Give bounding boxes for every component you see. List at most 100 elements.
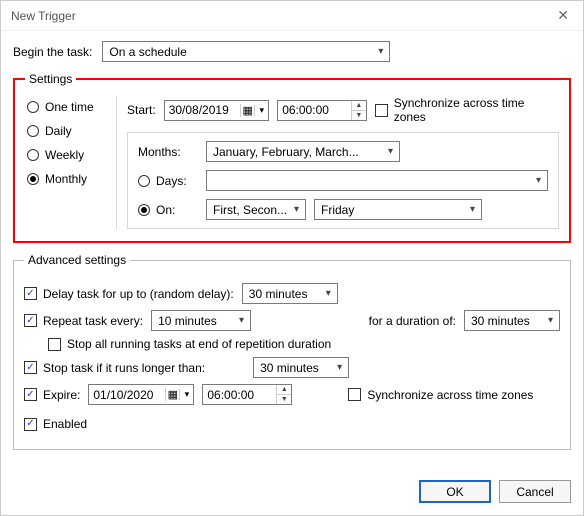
expire-checkbox[interactable]: Expire: xyxy=(24,388,80,402)
radio-label: Monthly xyxy=(45,172,87,186)
window-title: New Trigger xyxy=(11,9,76,23)
expire-date-value: 01/10/2020 xyxy=(89,388,165,402)
enabled-checkbox[interactable]: Enabled xyxy=(24,417,87,431)
chevron-down-icon: ▾ xyxy=(466,204,479,215)
checkbox-icon xyxy=(375,104,388,117)
days-combo[interactable]: ▾ xyxy=(206,170,548,191)
start-label: Start: xyxy=(127,103,156,117)
chevron-down-icon: ▾ xyxy=(179,389,193,400)
repeat-duration-combo[interactable]: 30 minutes ▾ xyxy=(464,310,560,331)
delay-value: 30 minutes xyxy=(249,287,308,301)
radio-icon xyxy=(27,101,39,113)
checkbox-icon xyxy=(348,388,361,401)
chevron-down-icon: ▾ xyxy=(374,46,387,57)
repeat-every-value: 10 minutes xyxy=(158,314,217,328)
titlebar: New Trigger ✕ xyxy=(1,1,583,31)
ok-button[interactable]: OK xyxy=(419,480,491,503)
delay-label: Delay task for up to (random delay): xyxy=(43,287,234,301)
begin-task-row: Begin the task: On a schedule ▾ xyxy=(13,41,571,62)
stop-end-checkbox[interactable]: Stop all running tasks at end of repetit… xyxy=(48,337,331,351)
days-label: Days: xyxy=(156,174,187,188)
spinner-icon: ▲▼ xyxy=(351,101,366,120)
checkbox-icon xyxy=(24,287,37,300)
settings-group: Settings One time Daily Weekly xyxy=(13,72,571,243)
expire-date-picker[interactable]: 01/10/2020 ▦ ▾ xyxy=(88,384,194,405)
months-value: January, February, March... xyxy=(213,145,359,159)
radio-icon xyxy=(27,149,39,161)
stop-end-label: Stop all running tasks at end of repetit… xyxy=(67,337,331,351)
advanced-legend: Advanced settings xyxy=(24,253,130,267)
calendar-icon: ▦ xyxy=(165,388,179,401)
repeat-checkbox[interactable]: Repeat task every: xyxy=(24,314,143,328)
on-day-combo[interactable]: Friday ▾ xyxy=(314,199,482,220)
chevron-down-icon: ▾ xyxy=(532,175,545,186)
expire-sync-checkbox[interactable]: Synchronize across time zones xyxy=(348,388,533,402)
begin-task-label: Begin the task: xyxy=(13,45,92,59)
begin-task-combo[interactable]: On a schedule ▾ xyxy=(102,41,390,62)
stop-long-label: Stop task if it runs longer than: xyxy=(43,361,205,375)
start-row: Start: 30/08/2019 ▦ ▾ 06:00:00 ▲▼ Sy xyxy=(127,96,559,124)
radio-label: One time xyxy=(45,100,94,114)
radio-one-time[interactable]: One time xyxy=(27,100,110,114)
duration-label: for a duration of: xyxy=(369,314,456,328)
close-icon[interactable]: ✕ xyxy=(553,7,573,24)
checkbox-icon xyxy=(24,418,37,431)
button-bar: OK Cancel xyxy=(1,470,583,515)
start-date-value: 30/08/2019 xyxy=(165,103,241,117)
months-label: Months: xyxy=(138,145,200,159)
enabled-label: Enabled xyxy=(43,417,87,431)
repeat-duration-value: 30 minutes xyxy=(471,314,530,328)
calendar-icon: ▦ xyxy=(240,104,254,117)
start-time-value: 06:00:00 xyxy=(278,103,351,117)
delay-checkbox[interactable]: Delay task for up to (random delay): xyxy=(24,287,234,301)
frequency-column: One time Daily Weekly Monthly xyxy=(25,96,117,229)
checkbox-icon xyxy=(48,338,61,351)
radio-icon xyxy=(27,125,39,137)
stop-long-combo[interactable]: 30 minutes ▾ xyxy=(253,357,349,378)
on-label: On: xyxy=(156,203,175,217)
on-week-value: First, Secon... xyxy=(213,203,287,217)
checkbox-icon xyxy=(24,314,37,327)
begin-task-value: On a schedule xyxy=(109,45,186,59)
expire-sync-label: Synchronize across time zones xyxy=(367,388,533,402)
checkbox-icon xyxy=(24,361,37,374)
on-week-combo[interactable]: First, Secon... ▾ xyxy=(206,199,306,220)
chevron-down-icon: ▾ xyxy=(384,146,397,157)
expire-label: Expire: xyxy=(43,388,80,402)
chevron-down-icon: ▾ xyxy=(254,105,268,116)
radio-on[interactable]: On: xyxy=(138,203,200,217)
advanced-group: Advanced settings Delay task for up to (… xyxy=(13,253,571,450)
radio-weekly[interactable]: Weekly xyxy=(27,148,110,162)
start-time-picker[interactable]: 06:00:00 ▲▼ xyxy=(277,100,367,121)
chevron-down-icon: ▾ xyxy=(544,315,557,326)
expire-time-picker[interactable]: 06:00:00 ▲▼ xyxy=(202,384,292,405)
delay-combo[interactable]: 30 minutes ▾ xyxy=(242,283,338,304)
monthly-panel: Months: January, February, March... ▾ Da… xyxy=(127,132,559,229)
radio-icon xyxy=(138,175,150,187)
repeat-label: Repeat task every: xyxy=(43,314,143,328)
ok-label: OK xyxy=(446,485,463,499)
checkbox-icon xyxy=(24,388,37,401)
radio-label: Daily xyxy=(45,124,72,138)
radio-icon xyxy=(27,173,39,185)
radio-daily[interactable]: Daily xyxy=(27,124,110,138)
new-trigger-dialog: New Trigger ✕ Begin the task: On a sched… xyxy=(0,0,584,516)
chevron-down-icon: ▾ xyxy=(322,288,335,299)
spinner-icon: ▲▼ xyxy=(276,385,291,404)
stop-long-checkbox[interactable]: Stop task if it runs longer than: xyxy=(24,361,205,375)
repeat-every-combo[interactable]: 10 minutes ▾ xyxy=(151,310,251,331)
radio-days[interactable]: Days: xyxy=(138,174,200,188)
chevron-down-icon: ▾ xyxy=(290,204,303,215)
stop-long-value: 30 minutes xyxy=(260,361,319,375)
start-date-picker[interactable]: 30/08/2019 ▦ ▾ xyxy=(164,100,270,121)
expire-time-value: 06:00:00 xyxy=(203,388,276,402)
settings-legend: Settings xyxy=(25,72,76,86)
chevron-down-icon: ▾ xyxy=(333,362,346,373)
months-combo[interactable]: January, February, March... ▾ xyxy=(206,141,400,162)
sync-tz-label: Synchronize across time zones xyxy=(394,96,559,124)
cancel-label: Cancel xyxy=(516,485,553,499)
sync-tz-checkbox[interactable]: Synchronize across time zones xyxy=(375,96,559,124)
radio-monthly[interactable]: Monthly xyxy=(27,172,110,186)
radio-icon xyxy=(138,204,150,216)
cancel-button[interactable]: Cancel xyxy=(499,480,571,503)
